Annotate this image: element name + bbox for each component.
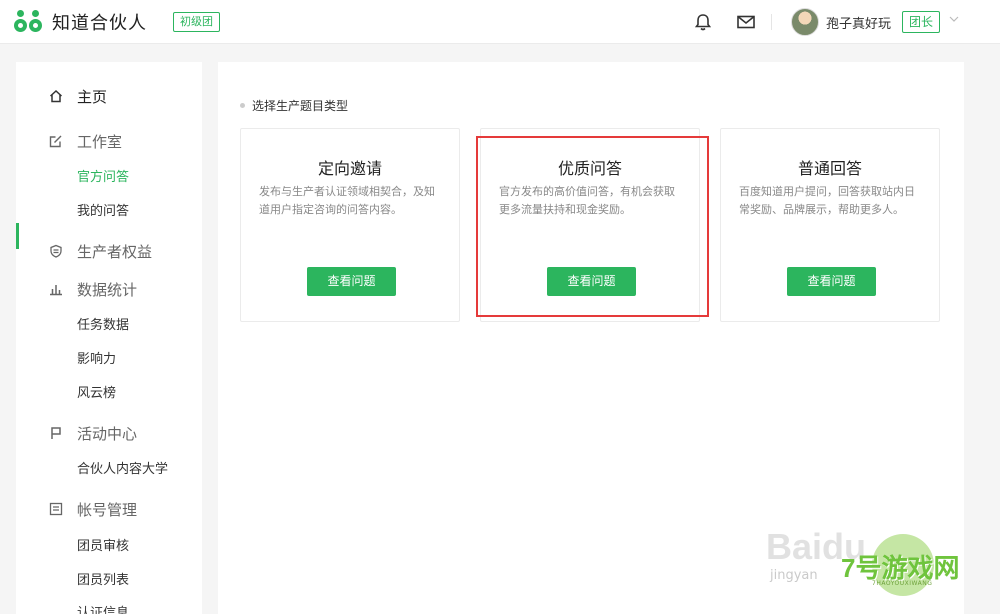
bell-icon[interactable] bbox=[693, 12, 713, 32]
mail-icon[interactable] bbox=[736, 12, 756, 32]
sidebar-item-my-qa[interactable]: 我的问答 bbox=[77, 200, 129, 219]
sidebar-item-member-review[interactable]: 团员审核 bbox=[77, 535, 129, 554]
home-icon bbox=[49, 89, 63, 103]
sidebar-item-member-list[interactable]: 团员列表 bbox=[77, 569, 129, 588]
logo-text: 知道合伙人 bbox=[52, 13, 147, 34]
card-title: 定向邀请 bbox=[317, 159, 382, 178]
shield-icon bbox=[50, 244, 62, 258]
top-header: 知道合伙人 初级团 孢子真好玩 团长 bbox=[0, 0, 1000, 44]
sidebar-item-label: 活动中心 bbox=[77, 424, 138, 443]
card-title: 普通回答 bbox=[797, 159, 862, 178]
sidebar-item-ranking[interactable]: 风云榜 bbox=[77, 382, 116, 401]
card-directed-invite: 定向邀请 发布与生产者认证领域相契合，及知道用户指定咨询的问答内容。 查看问题 bbox=[240, 128, 460, 322]
chevron-down-icon[interactable] bbox=[949, 14, 959, 24]
highlight-box bbox=[476, 136, 709, 317]
jingyan-watermark: jingyan bbox=[770, 568, 818, 583]
game-site-subtitle: 7HAOYOUXIWANG bbox=[872, 580, 933, 587]
sidebar-item-label: 生产者权益 bbox=[77, 242, 153, 261]
card-normal-answer: 普通回答 百度知道用户提问，回答获取站内日常奖励、品牌展示，帮助更多人。 查看问… bbox=[720, 128, 940, 322]
logo[interactable]: 知道合伙人 bbox=[14, 9, 147, 35]
header-divider bbox=[771, 14, 772, 30]
edit-icon bbox=[49, 135, 62, 148]
bullet-dot bbox=[240, 103, 245, 108]
card-description: 百度知道用户提问，回答获取站内日常奖励、品牌展示，帮助更多人。 bbox=[739, 185, 915, 216]
sidebar-item-content-university[interactable]: 合伙人内容大学 bbox=[77, 458, 168, 477]
card-description: 发布与生产者认证领域相契合，及知道用户指定咨询的问答内容。 bbox=[259, 185, 435, 216]
bar-chart-icon bbox=[50, 285, 62, 296]
sidebar: 主页 工作室 官方问答 我的问答 生产者权益 数据统计 任务数据 影响力 风云榜… bbox=[16, 62, 202, 614]
sidebar-item-studio[interactable]: 工作室 bbox=[16, 129, 202, 153]
sidebar-item-rights[interactable]: 生产者权益 bbox=[16, 239, 202, 263]
sidebar-item-label: 主页 bbox=[77, 87, 108, 106]
role-badge: 团长 bbox=[902, 11, 941, 33]
view-questions-button[interactable]: 查看问题 bbox=[787, 267, 876, 296]
sidebar-item-label: 数据统计 bbox=[77, 280, 138, 299]
sidebar-item-influence[interactable]: 影响力 bbox=[77, 348, 116, 367]
view-questions-button[interactable]: 查看问题 bbox=[307, 267, 396, 296]
flag-icon bbox=[51, 427, 61, 439]
sidebar-item-home[interactable]: 主页 bbox=[16, 84, 202, 108]
sidebar-item-account[interactable]: 帐号管理 bbox=[16, 497, 202, 521]
section-title-text: 选择生产题目类型 bbox=[252, 99, 349, 113]
logo-icon bbox=[14, 10, 46, 34]
sidebar-item-label: 帐号管理 bbox=[77, 500, 138, 519]
avatar[interactable] bbox=[791, 8, 819, 36]
id-card-icon bbox=[49, 502, 63, 516]
sidebar-item-label: 工作室 bbox=[77, 132, 123, 151]
sidebar-item-stats[interactable]: 数据统计 bbox=[16, 277, 202, 301]
level-badge: 初级团 bbox=[173, 12, 220, 32]
sidebar-item-activity[interactable]: 活动中心 bbox=[16, 421, 202, 445]
section-title: 选择生产题目类型 bbox=[240, 97, 348, 114]
username[interactable]: 孢子真好玩 bbox=[826, 13, 891, 32]
sidebar-item-task-data[interactable]: 任务数据 bbox=[77, 314, 129, 333]
sidebar-item-certification[interactable]: 认证信息 bbox=[77, 602, 129, 614]
sidebar-item-official-qa[interactable]: 官方问答 bbox=[77, 166, 129, 185]
